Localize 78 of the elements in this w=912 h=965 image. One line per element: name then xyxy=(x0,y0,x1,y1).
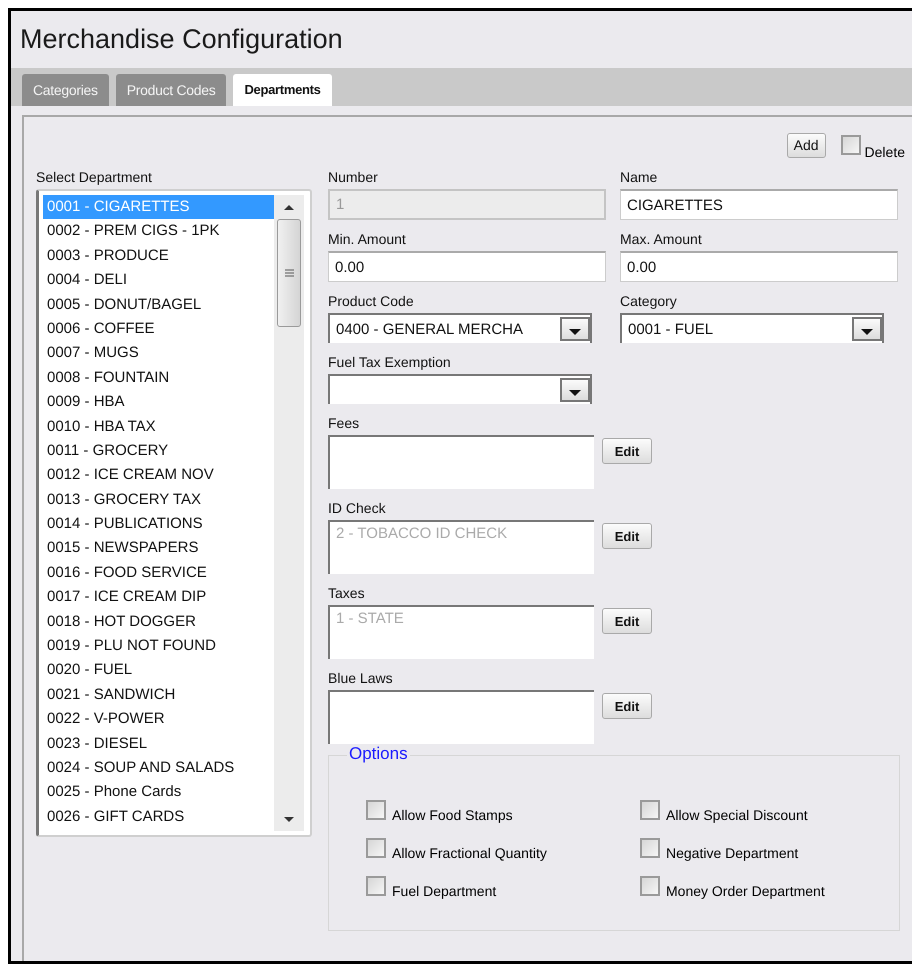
scrollbar[interactable] xyxy=(274,195,304,831)
list-item[interactable]: 0005 - DONUT/BAGEL xyxy=(43,292,274,317)
field-label: Number xyxy=(328,169,379,185)
dropdown-button[interactable] xyxy=(560,378,590,402)
field-label: Min. Amount xyxy=(328,231,407,247)
list-item[interactable]: 0020 - FUEL xyxy=(43,658,274,683)
list-item[interactable]: 0026 - GIFT CARDS xyxy=(43,804,274,830)
edit-button[interactable]: Edit xyxy=(602,693,652,719)
field-label: Product Code xyxy=(328,293,415,309)
list-item[interactable]: 0008 - FOUNTAIN xyxy=(43,366,274,390)
list-item[interactable]: 0014 - PUBLICATIONS xyxy=(43,512,274,536)
text-field[interactable]: 0.00 xyxy=(328,251,606,282)
checkbox[interactable] xyxy=(366,838,386,858)
list-field[interactable] xyxy=(328,435,594,489)
checkbox-label: Money Order Department xyxy=(666,883,825,899)
tab[interactable]: Departments xyxy=(233,74,332,106)
field-label: Fuel Tax Exemption xyxy=(328,354,452,370)
list-item[interactable]: 0017 - ICE CREAM DIP xyxy=(43,585,274,610)
list-item[interactable]: 0024 - SOUP AND SALADS xyxy=(43,756,274,780)
list-item[interactable]: 0023 - DIESEL xyxy=(43,732,274,756)
scroll-thumb[interactable] xyxy=(277,219,301,327)
field-label: Blue Laws xyxy=(328,670,394,686)
dropdown-button[interactable] xyxy=(852,317,882,341)
list-item[interactable]: 0025 - Phone Cards xyxy=(43,780,274,805)
edit-button[interactable]: Edit xyxy=(602,523,652,549)
list-item[interactable]: 0002 - PREM CIGS - 1PK xyxy=(43,219,274,244)
checkbox[interactable] xyxy=(366,876,386,896)
caret-icon xyxy=(569,329,581,335)
list-field-value: 1 - STATE xyxy=(336,610,404,627)
checkbox-label: Allow Food Stamps xyxy=(392,807,513,823)
checkbox-label: Allow Fractional Quantity xyxy=(392,845,547,861)
checkbox[interactable] xyxy=(640,876,660,896)
list-item[interactable]: 0021 - SANDWICH xyxy=(43,682,274,708)
list-item[interactable]: 0015 - NEWSPAPERS xyxy=(43,536,274,561)
text-field[interactable]: 0.00 xyxy=(620,251,898,282)
list-item[interactable]: 0006 - COFFEE xyxy=(43,316,274,342)
field-label: Name xyxy=(620,169,658,185)
checkbox-label: Delete xyxy=(864,144,905,160)
department-listbox[interactable] xyxy=(36,189,312,837)
checkbox[interactable] xyxy=(640,838,660,858)
checkbox-label: Fuel Department xyxy=(392,883,496,899)
window-title: Merchandise Configuration xyxy=(20,24,343,55)
checkbox[interactable] xyxy=(640,800,660,820)
list-item[interactable]: 0009 - HBA xyxy=(43,390,274,415)
dropdown[interactable]: 0400 - GENERAL MERCHA xyxy=(328,313,592,343)
checkbox[interactable] xyxy=(840,135,861,155)
field-label: Max. Amount xyxy=(620,231,703,247)
list-item[interactable]: 0016 - FOOD SERVICE xyxy=(43,560,274,586)
field-label: Select Department xyxy=(36,169,153,185)
add-button[interactable]: Add xyxy=(786,132,826,158)
edit-button[interactable]: Edit xyxy=(602,608,652,634)
edit-button[interactable]: Edit xyxy=(602,438,652,464)
text-field[interactable]: CIGARETTES xyxy=(620,189,898,220)
list-item[interactable]: 0018 - HOT DOGGER xyxy=(43,610,274,634)
list-item[interactable]: 0004 - DELI xyxy=(43,268,274,293)
field-label: Category xyxy=(620,293,678,309)
checkbox-label: Allow Special Discount xyxy=(666,807,808,823)
list-item[interactable]: 0022 - V-POWER xyxy=(43,707,274,732)
dropdown-button[interactable] xyxy=(560,317,590,341)
caret-icon xyxy=(861,329,873,335)
field-label: Taxes xyxy=(328,585,366,601)
list-item[interactable]: 0011 - GROCERY xyxy=(43,438,274,464)
field-label: ID Check xyxy=(328,500,387,516)
dropdown[interactable] xyxy=(328,374,592,404)
checkbox[interactable] xyxy=(366,800,386,820)
field-label: Fees xyxy=(328,415,360,431)
list-item[interactable]: 0007 - MUGS xyxy=(43,341,274,366)
list-item[interactable]: 0003 - PRODUCE xyxy=(43,244,274,268)
list-item[interactable]: 0012 - ICE CREAM NOV xyxy=(43,463,274,488)
checkbox-label: Negative Department xyxy=(666,845,798,861)
list-item[interactable]: 0019 - PLU NOT FOUND xyxy=(43,634,274,658)
list-item[interactable]: 0013 - GROCERY TAX xyxy=(43,488,274,512)
list-field-value: 2 - TOBACCO ID CHECK xyxy=(336,525,508,542)
group-title: Options xyxy=(347,744,410,764)
list-field[interactable] xyxy=(328,690,594,744)
list-item[interactable]: 0010 - HBA TAX xyxy=(43,414,274,439)
dropdown[interactable]: 0001 - FUEL xyxy=(620,313,884,343)
caret-icon xyxy=(569,390,581,396)
